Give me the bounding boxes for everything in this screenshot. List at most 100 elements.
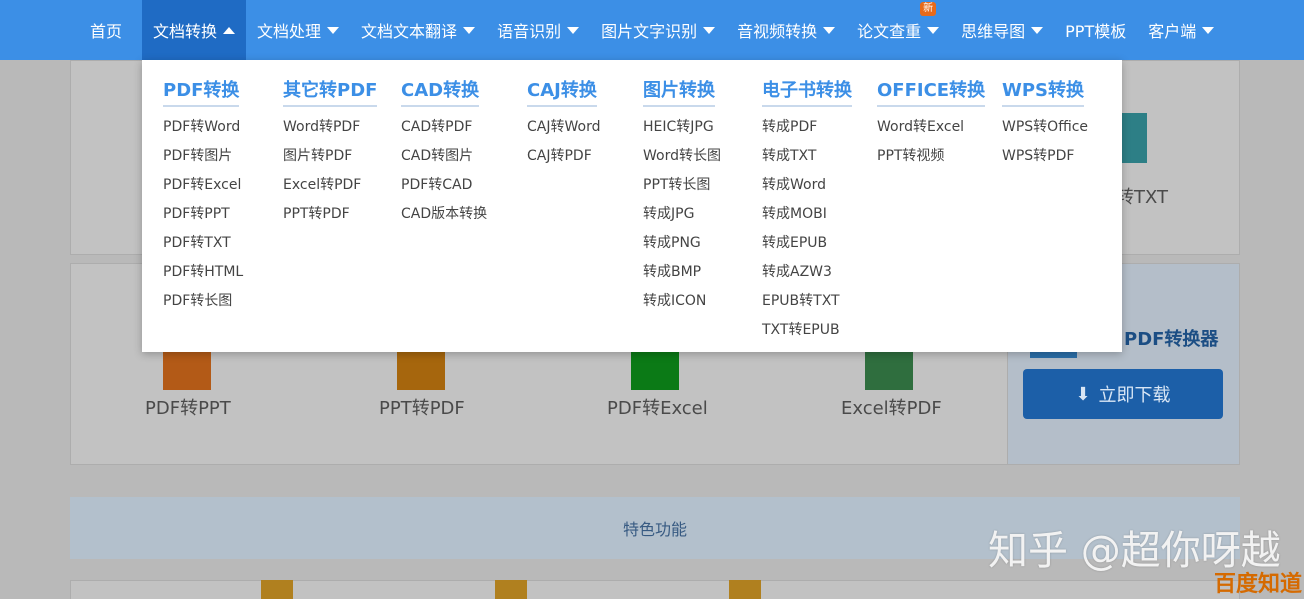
menu-item[interactable]: PDF转HTML (163, 258, 243, 287)
menu-item[interactable]: PDF转PPT (163, 200, 243, 229)
menu-item[interactable]: Excel转PDF (283, 171, 377, 200)
tool-label-excel-pdf[interactable]: Excel转PDF (841, 394, 942, 420)
menu-item[interactable]: Word转Excel (877, 113, 985, 142)
menu-column-ebook: 电子书转换 转成PDF 转成TXT 转成Word 转成MOBI 转成EPUB 转… (762, 60, 852, 345)
menu-column-image: 图片转换 HEIC转JPG Word转长图 PPT转长图 转成JPG 转成PNG… (643, 60, 721, 316)
pdf-to-excel-icon (631, 350, 679, 390)
menu-column-head: 图片转换 (643, 76, 715, 107)
nav-home[interactable]: 首页 (70, 0, 142, 60)
nav-image-ocr[interactable]: 图片文字识别 (590, 0, 726, 60)
caret-down-icon (823, 26, 836, 34)
menu-column-wps: WPS转换 WPS转Office WPS转PDF (1002, 60, 1088, 171)
menu-item[interactable]: PDF转Excel (163, 171, 243, 200)
converter-title: PDF转换器 (1124, 329, 1219, 350)
caret-down-icon (927, 26, 940, 34)
menu-column-head: 电子书转换 (762, 76, 852, 107)
menu-item[interactable]: CAJ转Word (527, 113, 600, 142)
menu-column-pdf: PDF转换 PDF转Word PDF转图片 PDF转Excel PDF转PPT … (163, 60, 243, 316)
menu-column-caj: CAJ转换 CAJ转Word CAJ转PDF (527, 60, 600, 171)
nav-label: 语音识别 (497, 22, 562, 41)
caret-down-icon (703, 26, 716, 34)
nav-label: 图片文字识别 (601, 22, 698, 41)
nav-label: 首页 (90, 22, 123, 41)
menu-item[interactable]: 转成BMP (643, 258, 721, 287)
nav-label: 文档转换 (153, 22, 218, 41)
nav-label: 客户端 (1148, 22, 1197, 41)
menu-column-office: OFFICE转换 Word转Excel PPT转视频 (877, 60, 986, 171)
nav-doc-process[interactable]: 文档处理 (246, 0, 350, 60)
ppt-to-pdf-icon (397, 350, 445, 390)
feature-label: 特色功能 (622, 520, 687, 539)
menu-item[interactable]: PPT转PDF (283, 200, 377, 229)
menu-item[interactable]: PDF转CAD (401, 171, 487, 200)
menu-column-head: PDF转换 (163, 76, 240, 107)
hot-badge-icon (495, 580, 527, 599)
menu-item[interactable]: 转成Word (762, 171, 852, 200)
menu-item[interactable]: WPS转Office (1002, 113, 1088, 142)
nav-av-convert[interactable]: 音视频转换 (726, 0, 846, 60)
nav-doc-convert[interactable]: 文档转换 (142, 0, 247, 60)
nav-label: 思维导图 (961, 22, 1026, 41)
menu-column-head: 其它转PDF (283, 76, 378, 107)
excel-to-pdf-icon (865, 350, 913, 390)
hot-badge-icon (729, 580, 761, 599)
nav-label: 文档处理 (257, 22, 322, 41)
menu-item[interactable]: 转成JPG (643, 200, 721, 229)
menu-column-head: CAD转换 (401, 76, 480, 107)
nav-client[interactable]: 客户端 (1137, 0, 1225, 60)
download-icon: ⬇ (1075, 383, 1091, 405)
menu-item[interactable]: PDF转TXT (163, 229, 243, 258)
menu-item[interactable]: TXT转EPUB (762, 316, 852, 345)
tool-label-ppt-pdf[interactable]: PPT转PDF (379, 394, 465, 420)
nav-label: 音视频转换 (737, 22, 818, 41)
menu-item[interactable]: PDF转长图 (163, 287, 243, 316)
nav-label: PPT模板 (1065, 22, 1127, 41)
download-label: 立即下载 (1098, 385, 1171, 406)
menu-item[interactable]: CAD转PDF (401, 113, 487, 142)
menu-item[interactable]: 转成MOBI (762, 200, 852, 229)
menu-item[interactable]: EPUB转TXT (762, 287, 852, 316)
tool-label-pdf-ppt[interactable]: PDF转PPT (145, 394, 231, 420)
hot-badge-icon (261, 580, 293, 599)
nav-ppt-templates[interactable]: PPT模板 (1054, 0, 1137, 60)
menu-item[interactable]: PPT转长图 (643, 171, 721, 200)
menu-item[interactable]: 转成AZW3 (762, 258, 852, 287)
nav-label: 论文查重 (857, 22, 922, 41)
menu-item[interactable]: 转成PDF (762, 113, 852, 142)
new-badge: 新 (920, 2, 937, 16)
menu-item[interactable]: 转成ICON (643, 287, 721, 316)
menu-item[interactable]: 转成TXT (762, 142, 852, 171)
nav-speech-recognition[interactable]: 语音识别 (486, 0, 590, 60)
nav-label: 文档文本翻译 (361, 22, 458, 41)
menu-item[interactable]: 图片转PDF (283, 142, 377, 171)
caret-down-icon (1202, 26, 1215, 34)
menu-item[interactable]: PPT转视频 (877, 142, 985, 171)
caret-down-icon (1031, 26, 1044, 34)
caret-down-icon (327, 26, 340, 34)
menu-item[interactable]: 转成PNG (643, 229, 721, 258)
tool-label-pdf-excel[interactable]: PDF转Excel (607, 394, 708, 420)
caret-down-icon (567, 26, 580, 34)
caret-up-icon (223, 26, 236, 34)
menu-item[interactable]: HEIC转JPG (643, 113, 721, 142)
menu-item[interactable]: PDF转Word (163, 113, 243, 142)
download-button[interactable]: ⬇ 立即下载 (1023, 369, 1223, 419)
pdf-to-ppt-icon (163, 350, 211, 390)
menu-item[interactable]: CAD版本转换 (401, 200, 487, 229)
menu-item[interactable]: Word转长图 (643, 142, 721, 171)
menu-item[interactable]: PDF转图片 (163, 142, 243, 171)
nav-doc-translate[interactable]: 文档文本翻译 (350, 0, 486, 60)
caret-down-icon (463, 26, 476, 34)
menu-column-cad: CAD转换 CAD转PDF CAD转图片 PDF转CAD CAD版本转换 (401, 60, 487, 229)
nav-plagiarism-check[interactable]: 论文查重 新 (846, 0, 950, 60)
doc-convert-dropdown: PDF转换 PDF转Word PDF转图片 PDF转Excel PDF转PPT … (142, 60, 1122, 352)
menu-column-head: WPS转换 (1002, 76, 1085, 107)
nav-mind-map[interactable]: 思维导图 (950, 0, 1054, 60)
txt-tool-label[interactable]: 转TXT (1116, 183, 1168, 209)
menu-item[interactable]: 转成EPUB (762, 229, 852, 258)
baidu-watermark: 百度知道 (1214, 572, 1303, 597)
menu-item[interactable]: WPS转PDF (1002, 142, 1088, 171)
menu-item[interactable]: CAJ转PDF (527, 142, 600, 171)
menu-item[interactable]: CAD转图片 (401, 142, 487, 171)
menu-item[interactable]: Word转PDF (283, 113, 377, 142)
